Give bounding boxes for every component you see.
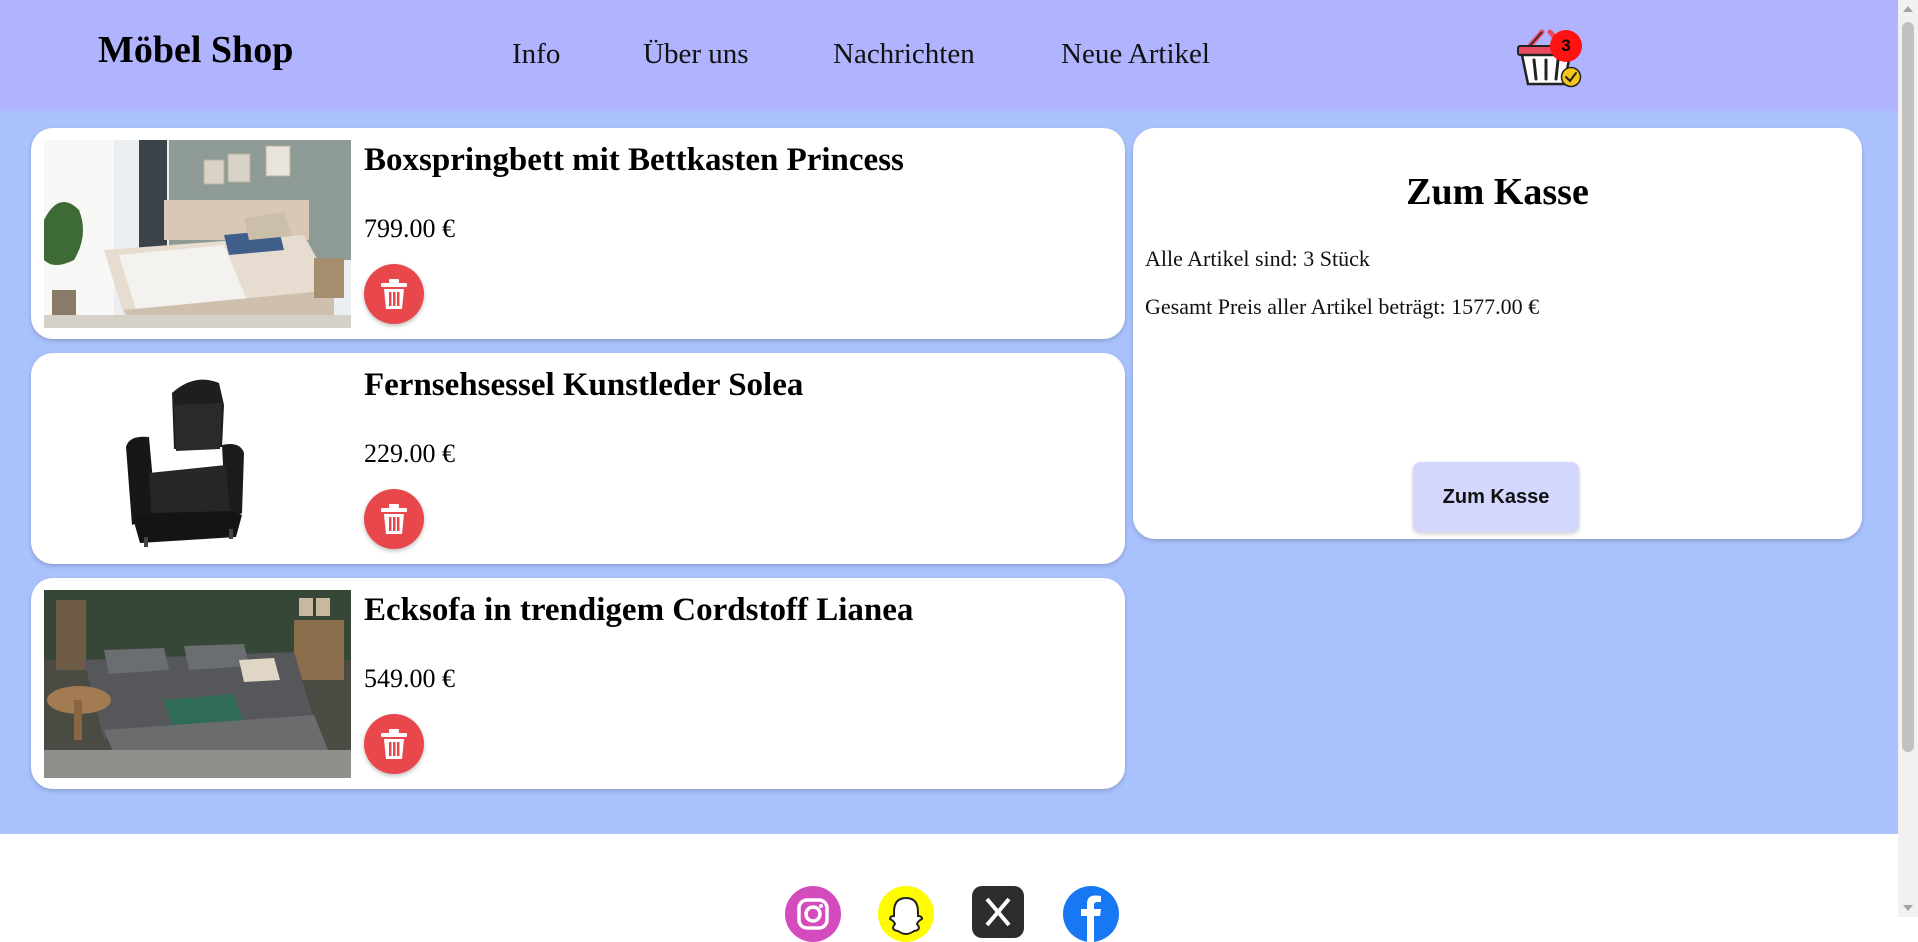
item-title[interactable]: Boxspringbett mit Bettkasten Princess [364, 142, 904, 179]
checkmark-icon [1560, 66, 1582, 88]
delete-item-button[interactable] [364, 714, 424, 774]
bed-photo [44, 140, 351, 328]
cart-item: Ecksofa in trendigem Cordstoff Lianea 54… [31, 578, 1125, 789]
scroll-down-arrow[interactable] [1903, 905, 1913, 911]
item-title[interactable]: Fernsehsessel Kunstleder Solea [364, 367, 803, 404]
cart-item: Fernsehsessel Kunstleder Solea 229.00 € [31, 353, 1125, 564]
shop-logo[interactable]: Möbel Shop [98, 28, 293, 72]
trash-icon [381, 279, 407, 309]
item-price: 549.00 € [364, 664, 455, 693]
header: Möbel Shop Info Über uns Nachrichten Neu… [0, 0, 1898, 111]
item-count-text: Alle Artikel sind: 3 Stück [1145, 246, 1370, 271]
checkout-title: Zum Kasse [1406, 171, 1589, 213]
instagram-icon[interactable] [785, 886, 841, 942]
page-scrollbar[interactable] [1898, 0, 1918, 917]
total-price-text: Gesamt Preis aller Artikel beträgt: 1577… [1145, 294, 1540, 319]
nav-link-neue-artikel[interactable]: Neue Artikel [1061, 38, 1210, 71]
scroll-up-arrow[interactable] [1903, 6, 1913, 12]
checkout-panel: Zum Kasse Alle Artikel sind: 3 Stück Ges… [1133, 128, 1862, 539]
cart-count-badge: 3 [1550, 30, 1582, 62]
scroll-thumb[interactable] [1902, 22, 1914, 752]
item-price: 229.00 € [364, 439, 455, 468]
delete-item-button[interactable] [364, 264, 424, 324]
cart-item: Boxspringbett mit Bettkasten Princess 79… [31, 128, 1125, 339]
sofa-photo [44, 590, 351, 778]
snapchat-icon[interactable] [878, 886, 934, 942]
facebook-icon[interactable] [1063, 886, 1119, 942]
checkout-button[interactable]: Zum Kasse [1413, 462, 1579, 532]
item-price: 799.00 € [364, 214, 455, 243]
cart-button[interactable]: 3 [1514, 28, 1590, 90]
x-icon[interactable] [972, 886, 1024, 938]
nav-link-ueber-uns[interactable]: Über uns [643, 38, 749, 71]
nav-link-info[interactable]: Info [512, 38, 560, 71]
nav-link-nachrichten[interactable]: Nachrichten [833, 38, 975, 71]
trash-icon [381, 729, 407, 759]
armchair-photo [44, 365, 351, 553]
trash-icon [381, 504, 407, 534]
delete-item-button[interactable] [364, 489, 424, 549]
item-title[interactable]: Ecksofa in trendigem Cordstoff Lianea [364, 592, 913, 629]
